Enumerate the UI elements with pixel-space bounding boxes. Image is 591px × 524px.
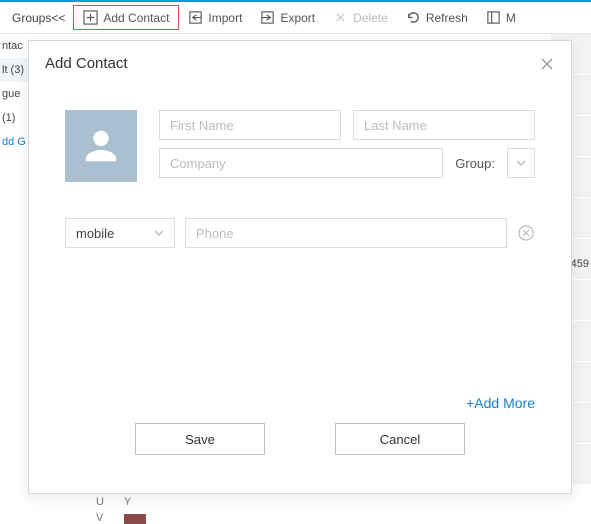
- index-letter[interactable]: Y: [124, 496, 146, 508]
- import-label: Import: [208, 11, 242, 25]
- import-icon: [188, 10, 203, 25]
- index-letter[interactable]: U: [96, 496, 104, 508]
- groups-toggle[interactable]: Groups<<: [4, 11, 73, 25]
- group-select[interactable]: [507, 148, 535, 178]
- more-label: M: [506, 11, 516, 25]
- add-contact-label: Add Contact: [103, 11, 169, 25]
- export-icon: [260, 10, 275, 25]
- close-icon[interactable]: [539, 56, 555, 72]
- sidebar-item[interactable]: (1): [0, 106, 30, 130]
- last-name-field[interactable]: [353, 110, 535, 140]
- chevron-down-icon: [516, 160, 526, 166]
- index-letters: U V Y: [96, 496, 146, 524]
- phone-field[interactable]: [185, 218, 507, 248]
- remove-row-button[interactable]: [517, 224, 535, 242]
- chevron-down-icon: [154, 230, 164, 236]
- group-label: Group:: [455, 148, 495, 178]
- sidebar-item[interactable]: gue: [0, 82, 30, 106]
- thumbnail: [124, 514, 146, 524]
- panel-icon: [486, 10, 501, 25]
- sidebar-item[interactable]: ntac: [0, 34, 30, 58]
- avatar[interactable]: [65, 110, 137, 182]
- more-button[interactable]: M: [477, 6, 525, 29]
- cancel-button[interactable]: Cancel: [335, 423, 465, 455]
- add-group-link[interactable]: dd G: [0, 130, 30, 154]
- plus-icon: [83, 10, 98, 25]
- refresh-label: Refresh: [426, 11, 468, 25]
- export-label: Export: [280, 11, 315, 25]
- sidebar-item[interactable]: lt (3): [0, 58, 30, 82]
- sidebar: ntac lt (3) gue (1) dd G: [0, 34, 30, 524]
- delete-label: Delete: [353, 11, 388, 25]
- phone-snippet: 459: [571, 258, 589, 270]
- modal-title: Add Contact: [45, 55, 128, 72]
- add-contact-modal: Add Contact Group:: [28, 40, 572, 494]
- company-field[interactable]: [159, 148, 443, 178]
- save-button[interactable]: Save: [135, 423, 265, 455]
- first-name-field[interactable]: [159, 110, 341, 140]
- delete-icon: [333, 10, 348, 25]
- toolbar: Groups<< Add Contact Import Export Delet…: [0, 2, 591, 34]
- phone-type-value: mobile: [76, 226, 114, 241]
- phone-type-select[interactable]: mobile: [65, 218, 175, 248]
- index-letter[interactable]: V: [96, 512, 104, 524]
- refresh-icon: [406, 10, 421, 25]
- export-button[interactable]: Export: [251, 6, 324, 29]
- delete-button: Delete: [324, 6, 397, 29]
- add-more-link[interactable]: +Add More: [466, 395, 535, 411]
- import-button[interactable]: Import: [179, 6, 251, 29]
- add-contact-button[interactable]: Add Contact: [73, 5, 179, 30]
- refresh-button[interactable]: Refresh: [397, 6, 477, 29]
